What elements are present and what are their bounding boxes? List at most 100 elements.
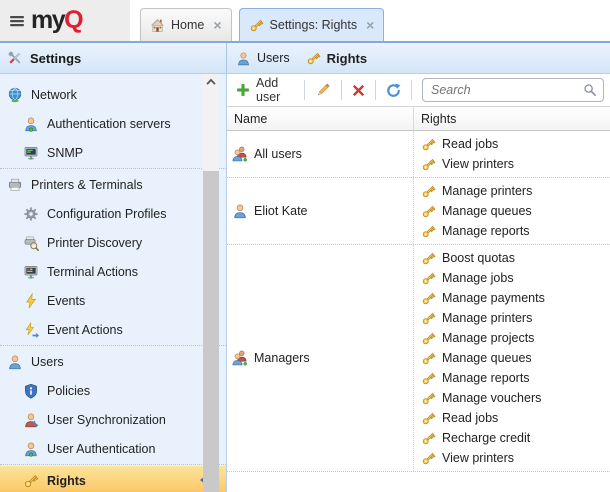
pencil-icon [315,82,331,98]
column-header-name[interactable]: Name [227,107,414,130]
key-icon [421,184,436,199]
sidebar-item-printers-terminals[interactable]: Printers & Terminals [0,170,226,199]
right-item: Boost quotas [421,248,610,268]
main-area: Network Authentication servers SNMP Printer… [0,74,610,492]
right-label: Manage reports [442,371,530,385]
scrollbar-up-button[interactable] [203,74,219,90]
sidebar-item-label: Authentication servers [47,117,171,131]
user-name: All users [254,147,302,161]
toolbar-separator [375,80,376,100]
refresh-button[interactable] [381,80,406,101]
sidebar-item-rights[interactable]: Rights [0,466,226,492]
hamburger-icon[interactable] [9,13,25,29]
sidebar-list: Network Authentication servers SNMP Printer… [0,80,226,492]
sidebar-separator [0,464,226,465]
top-bar: myQ Home× Settings: Rights × [0,0,610,43]
close-icon[interactable]: × [213,18,221,32]
key-icon [421,311,436,326]
tab-label: Settings: Rights [270,18,358,32]
right-label: Read jobs [442,411,498,425]
sidebar-item-user-synchronization[interactable]: User Synchronization [0,405,226,434]
sidebar-item-users[interactable]: Users [0,347,226,376]
breadcrumb-label: Users [257,51,290,65]
rights-panel: Add user Name Rights All usersRe [227,74,610,492]
tab-home[interactable]: Home× [140,8,232,41]
right-label: Manage queues [442,204,532,218]
right-item: Manage projects [421,328,610,348]
sidebar-item-label: Terminal Actions [47,265,138,279]
group-icon [232,350,248,366]
sidebar-scrollbar[interactable] [203,74,219,492]
table-row[interactable]: ManagersBoost quotasManage jobsManage pa… [227,245,610,472]
right-label: Manage printers [442,311,532,325]
right-item: View printers [421,448,610,468]
home-icon [150,18,165,33]
user-name-cell: Managers [227,245,414,471]
scrollbar-thumb[interactable] [203,171,219,492]
table-header: Name Rights [227,107,610,131]
key-icon [421,137,436,152]
add-user-button[interactable]: Add user [231,73,299,107]
sidebar-item-label: Event Actions [47,323,123,337]
right-item: Manage queues [421,348,610,368]
delete-button[interactable] [347,81,370,100]
header-row: Settings Users Rights [0,43,610,74]
breadcrumb-item-users[interactable]: Users [236,51,290,66]
right-label: Manage projects [442,331,534,345]
shield-icon [23,383,39,399]
right-item: Read jobs [421,408,610,428]
chevron-up-icon [204,75,218,89]
toolbar-separator [304,80,305,100]
column-header-rights[interactable]: Rights [414,107,610,130]
user-name-cell: All users [227,131,414,177]
key-icon [421,351,436,366]
sidebar-item-label: Network [31,88,77,102]
sidebar-item-snmp[interactable]: SNMP [0,138,226,167]
app-logo[interactable]: myQ [0,0,130,41]
terminal-icon [23,264,39,280]
sidebar-item-printer-discovery[interactable]: Printer Discovery [0,228,226,257]
tab-settings-rights[interactable]: Settings: Rights × [239,8,385,41]
sidebar-item-authentication-servers[interactable]: Authentication servers [0,109,226,138]
lightning-arrow-icon [23,322,39,338]
sidebar-item-events[interactable]: Events [0,286,226,315]
sidebar-item-label: Printer Discovery [47,236,142,250]
right-label: Manage jobs [442,271,514,285]
sidebar-separator [0,168,226,169]
right-item: Manage printers [421,181,610,201]
right-item: Manage vouchers [421,388,610,408]
right-label: Read jobs [442,137,498,151]
close-icon[interactable]: × [366,18,374,32]
sidebar-separator [0,345,226,346]
sidebar-item-network[interactable]: Network [0,80,226,109]
sidebar-item-event-actions[interactable]: Event Actions [0,315,226,344]
tools-icon [7,50,23,66]
key-icon [421,331,436,346]
table-row[interactable]: All users Read jobsView printers [227,131,610,178]
key-icon [421,411,436,426]
search-input[interactable] [429,82,583,98]
plus-icon [236,83,250,97]
user-auth-icon [23,116,39,132]
key-icon [421,451,436,466]
table-row[interactable]: Eliot KateManage printersManage queuesMa… [227,178,610,245]
rights-cell: Read jobsView printers [414,131,610,177]
key-icon [421,271,436,286]
key-icon [421,157,436,172]
right-label: Boost quotas [442,251,515,265]
sidebar-item-policies[interactable]: Policies [0,376,226,405]
sidebar-item-user-authentication[interactable]: User Authentication [0,434,226,463]
search-icon [583,83,597,97]
toolbar: Add user [227,74,610,107]
toolbar-separator [411,80,412,100]
settings-sidebar: Network Authentication servers SNMP Printer… [0,74,227,492]
sidebar-item-configuration-profiles[interactable]: Configuration Profiles [0,199,226,228]
sidebar-item-terminal-actions[interactable]: Terminal Actions [0,257,226,286]
logo-text: myQ [31,8,82,33]
breadcrumb: Users Rights [227,43,610,73]
right-item: Manage reports [421,221,610,241]
edit-button[interactable] [310,79,336,101]
right-label: Manage vouchers [442,391,541,405]
printer-icon [7,177,23,193]
monitor-icon [23,145,39,161]
